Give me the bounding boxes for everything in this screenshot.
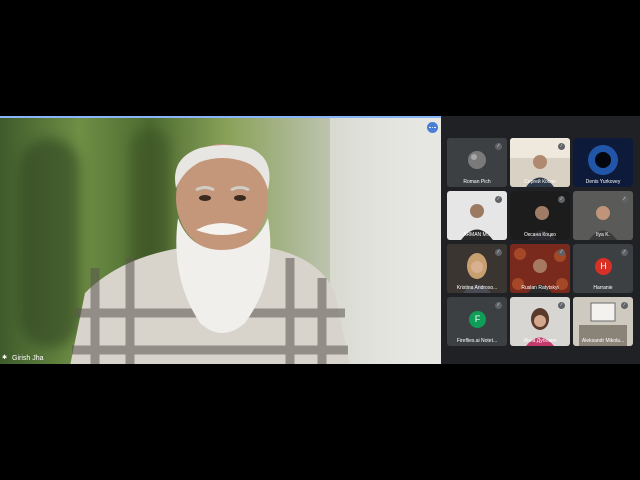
participant-name: ARMAN M... [463,232,491,238]
mic-off-icon: ∕ [495,249,502,256]
participant-name: Kristina Androso... [456,285,498,291]
avatar: F [469,311,486,328]
participant-name: Harranie [593,285,613,291]
participant-tile[interactable]: ∕ Ruslan Ratytskyi [510,244,570,293]
participant-tile[interactable]: ∕ Roman Pich [447,138,507,187]
participant-name: Denis Yurkovey [585,179,621,185]
mic-off-icon: ∕ [558,302,565,309]
mic-off-icon: ∕ [621,249,628,256]
participant-name: Инна Дубович [523,338,557,344]
participant-tile[interactable]: ∕ Kristina Androso... [447,244,507,293]
mic-off-icon: ∕ [558,196,565,203]
participant-name: Roman Pich [463,179,491,185]
mic-off-icon: ∕ [558,249,565,256]
speaker-person [70,144,350,364]
mic-off-icon: ∕ [621,196,628,203]
mic-off-icon: ∕ [621,302,628,309]
more-options-icon[interactable] [427,122,438,133]
participant-tile[interactable]: H ∕ Harranie [573,244,633,293]
pin-icon: ✱ [2,355,8,361]
speaker-name: Girish Jha [12,355,44,362]
participant-name: Fireflies.ai Notet... [456,338,498,344]
mic-off-icon: ∕ [495,143,502,150]
participant-grid: ∕ Roman Pich ∕ Сергей Косян Denis Yurkov… [447,138,633,348]
mic-off-icon: ∕ [495,302,502,309]
mic-off-icon: ∕ [558,143,565,150]
participant-name: Оксана Коцко [524,232,556,238]
participant-tile[interactable]: ∕ Оксана Коцко [510,191,570,240]
participant-tile[interactable]: F ∕ Fireflies.ai Notet... [447,297,507,346]
participant-name: Aleksandr Mikola... [581,338,625,344]
participant-name: Ruslan Ratytskyi [521,285,559,291]
participant-tile[interactable]: ∕ Aleksandr Mikola... [573,297,633,346]
meeting-stage: ✱ Girish Jha ∕ Roman Pich ∕ Сергей Косян [0,116,640,364]
main-speaker-video[interactable]: ✱ Girish Jha [0,116,441,364]
participant-tile[interactable]: ∕ ARMAN M... [447,191,507,240]
participant-tile[interactable]: ∕ Сергей Косян [510,138,570,187]
participant-name: Ilya K. [596,232,610,238]
participant-tile[interactable]: ∕ Инна Дубович [510,297,570,346]
avatar: H [595,258,612,275]
mic-off-icon: ∕ [495,196,502,203]
participant-name: Сергей Косян [524,179,556,185]
participant-tile[interactable]: ∕ Ilya K. [573,191,633,240]
participant-tile[interactable]: Denis Yurkovey [573,138,633,187]
